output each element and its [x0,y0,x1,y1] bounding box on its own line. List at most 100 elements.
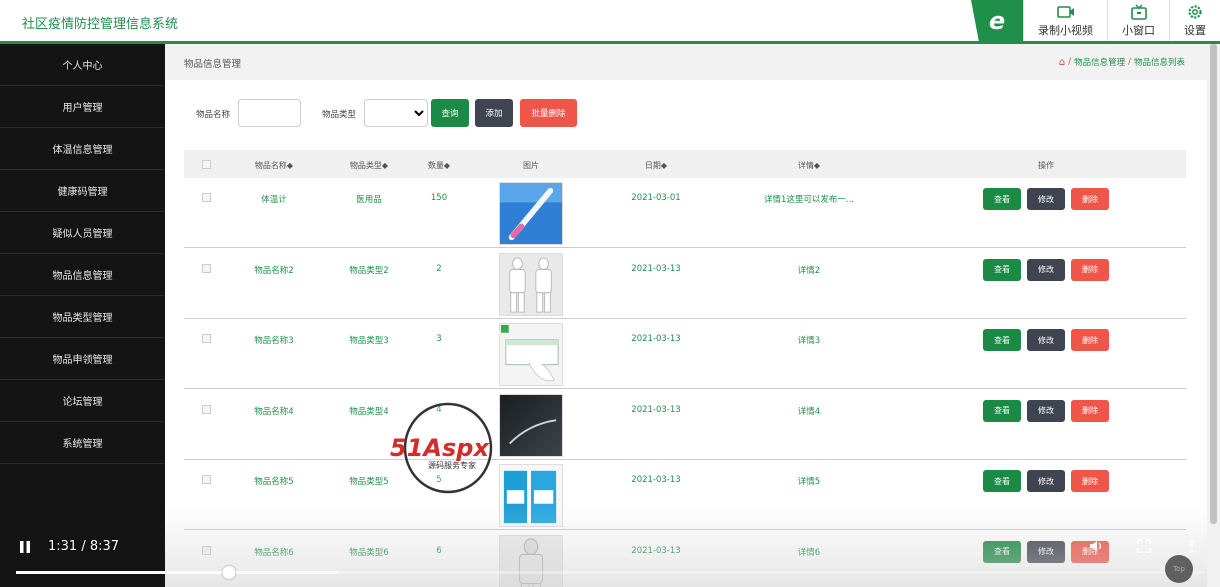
sidebar-item-label: 用户管理 [62,103,103,114]
cell-detail: 详情1这里可以发布一... [763,195,855,205]
row-checkbox[interactable] [202,193,211,202]
row-checkbox[interactable] [202,334,211,343]
edit-button[interactable]: 修改 [1027,470,1065,492]
fullscreen-icon[interactable] [1136,538,1152,554]
sidebar-item-health-code[interactable]: 健康码管理 [0,170,165,212]
settings-label: 设置 [1184,23,1206,37]
video-record-icon [1056,5,1074,18]
item-image-gloves-box[interactable] [499,323,563,386]
cell-qty: 150 [430,193,448,203]
name-filter-input[interactable] [238,99,301,127]
type-filter-label: 物品类型 [322,110,357,120]
sidebar-item-label: 物品申领管理 [52,355,113,366]
logo-letter: e [988,6,1006,35]
sidebar-item-forum[interactable]: 论坛管理 [0,380,165,422]
header-tools: e 录制小视频 小窗口 设置 [971,0,1220,41]
table-row: 物品名称3 物品类型3 3 2021-03-13 详情3 查看 修改 删除 [184,319,1186,389]
cell-date: 2021-03-01 [631,193,681,203]
select-all-checkbox[interactable] [202,160,211,169]
type-filter-select[interactable] [364,99,428,127]
add-button[interactable]: 添加 [475,99,513,127]
item-image-protective-suit[interactable] [499,252,563,316]
page-scrollbar[interactable] [1207,44,1220,587]
sidebar-item-goods-type[interactable]: 物品类型管理 [0,296,165,338]
sidebar-item-label: 健康码管理 [57,187,108,198]
video-progress-handle[interactable] [222,566,236,579]
sidebar-item-temperature[interactable]: 体温信息管理 [0,128,165,170]
row-checkbox[interactable] [202,404,211,414]
row-checkbox[interactable] [202,475,211,484]
video-time: 1:31 / 8:37 [48,539,120,554]
edit-button[interactable]: 修改 [1027,329,1065,351]
column-header-name[interactable]: 物品名称◆ [255,160,293,171]
row-checkbox[interactable] [202,263,211,273]
edit-button[interactable]: 修改 [1027,399,1065,422]
cell-date: 2021-03-13 [631,263,681,274]
sidebar-item-suspected[interactable]: 疑似人员管理 [0,212,165,254]
mini-window-button[interactable]: 小窗口 [1107,0,1169,41]
sidebar-item-label: 体温信息管理 [52,145,113,156]
watermark-logo: 51Aspx 源码服务专家 [390,402,493,494]
cell-type: 物品类型5 [349,477,389,487]
column-header-type[interactable]: 物品类型◆ [350,160,388,171]
sidebar-item-goods-claim[interactable]: 物品申领管理 [0,338,165,380]
column-header-detail[interactable]: 详情◆ [798,160,820,171]
video-controls: 1:31 / 8:37 [0,530,1220,587]
title-bar: 物品信息管理 ⌂ / 物品信息管理 / 物品信息列表 [165,44,1207,80]
sidebar-item-goods-info[interactable]: 物品信息管理 [0,254,165,296]
delete-button[interactable]: 删除 [1071,470,1109,492]
cell-name: 物品名称4 [254,406,294,417]
home-icon[interactable]: ⌂ [1059,57,1065,68]
view-button[interactable]: 查看 [983,470,1021,492]
name-filter-label: 物品名称 [196,110,231,120]
cell-type: 物品类型2 [349,265,389,276]
breadcrumb-item: 物品信息列表 [1133,58,1185,68]
cell-detail: 详情3 [797,336,821,346]
view-button[interactable]: 查看 [983,399,1021,422]
record-video-label: 录制小视频 [1038,23,1093,37]
pause-icon[interactable] [19,541,31,553]
back-to-top-button[interactable]: Top [1165,555,1193,583]
sidebar-item-label: 论坛管理 [62,397,103,408]
column-header-date[interactable]: 日期◆ [645,160,667,171]
cell-qty: 2 [436,263,442,274]
sidebar-item-label: 系统管理 [62,439,103,450]
volume-icon[interactable] [1088,538,1104,554]
scrollbar-thumb[interactable] [1210,44,1217,524]
edit-button[interactable]: 修改 [1027,188,1065,210]
sidebar-item-label: 疑似人员管理 [52,229,113,240]
delete-button[interactable]: 删除 [1071,329,1109,351]
sidebar-item-system[interactable]: 系统管理 [0,422,165,464]
cell-date: 2021-03-13 [631,334,681,344]
breadcrumb-separator: / [1068,57,1072,67]
column-header-image: 图片 [523,161,539,170]
view-button[interactable]: 查看 [983,188,1021,210]
delete-button[interactable]: 删除 [1071,258,1109,281]
breadcrumb-separator: / [1128,57,1131,67]
query-button[interactable]: 查询 [431,99,469,127]
cell-type: 物品类型4 [349,406,389,417]
settings-button[interactable]: 设置 [1169,0,1220,41]
sidebar-item-users[interactable]: 用户管理 [0,86,165,128]
delete-button[interactable]: 删除 [1071,399,1109,422]
table-header: 物品名称◆ 物品类型◆ 数量◆ 图片 日期◆ 详情◆ 操作 [184,150,1186,178]
item-image-thermometer[interactable] [499,182,563,245]
cell-detail: 详情5 [797,477,821,487]
mini-window-label: 小窗口 [1122,23,1155,37]
edit-button[interactable]: 修改 [1027,258,1065,281]
sidebar-item-label: 物品类型管理 [52,313,113,324]
view-button[interactable]: 查看 [983,258,1021,281]
video-progress-track[interactable] [16,566,1204,579]
delete-button[interactable]: 删除 [1071,188,1109,210]
view-button[interactable]: 查看 [983,329,1021,351]
column-header-qty[interactable]: 数量◆ [428,160,450,171]
batch-delete-button[interactable]: 批量删除 [520,99,577,127]
cell-name: 体温计 [261,195,287,205]
more-options-icon[interactable] [1184,538,1200,554]
breadcrumb-item[interactable]: 物品信息管理 [1074,56,1125,68]
cell-type: 物品类型3 [349,336,389,346]
record-video-button[interactable]: 录制小视频 [1023,0,1107,41]
app-logo: e [971,0,1023,41]
sidebar-item-personal-center[interactable]: 个人中心 [0,44,165,86]
sidebar: 个人中心 用户管理 体温信息管理 健康码管理 疑似人员管理 物品信息管理 物品类… [0,44,165,587]
